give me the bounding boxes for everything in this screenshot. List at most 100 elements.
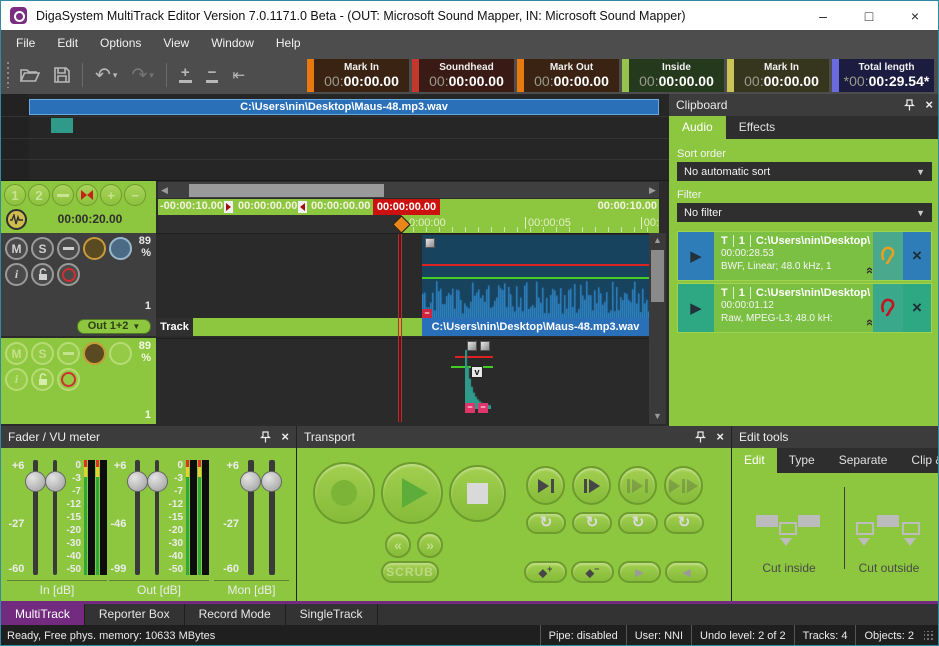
time-display-inside[interactable]: Inside 00:00:00.00 <box>622 59 724 92</box>
close-icon[interactable]: × <box>925 99 933 111</box>
prelisten-ear-icon[interactable] <box>873 232 903 280</box>
zoom-preset-1-button[interactable]: 1 <box>4 184 26 206</box>
tab-clip-insert[interactable]: Clip & I <box>899 448 939 473</box>
track-1-empty-bar[interactable] <box>193 318 422 336</box>
tab-multitrack[interactable]: MultiTrack <box>1 604 85 625</box>
track-2-record-button[interactable] <box>57 368 80 391</box>
volume-marker-box[interactable]: v <box>471 366 483 378</box>
forward-button[interactable]: » <box>417 532 443 558</box>
fader-knob[interactable] <box>45 471 66 492</box>
track-1-collapse-button[interactable] <box>57 237 80 260</box>
pin-icon[interactable] <box>904 99 915 111</box>
menu-edit[interactable]: Edit <box>46 30 89 56</box>
mark-in-marker[interactable] <box>224 201 233 213</box>
track-2-info-button[interactable]: i <box>5 368 28 391</box>
track-1-solo-button[interactable]: S <box>31 237 54 260</box>
tab-singletrack[interactable]: SingleTrack <box>286 604 378 625</box>
track-1-meter-in-button[interactable] <box>83 237 106 260</box>
track-1-lock-button[interactable] <box>31 263 54 286</box>
save-button[interactable] <box>54 67 70 83</box>
redo-button[interactable]: ↷▾ <box>131 64 153 87</box>
zoom-preset-2-button[interactable]: 2 <box>28 184 50 206</box>
fader-slider[interactable] <box>33 460 37 575</box>
collapse-chevrons-icon[interactable]: » <box>861 319 873 326</box>
cut-inside-icon[interactable] <box>756 513 822 545</box>
zoom-out-button[interactable]: − <box>206 67 219 83</box>
toolbar-grip[interactable] <box>6 62 10 88</box>
track-1-name[interactable]: Track 1 <box>156 318 193 336</box>
clip-filename-bar[interactable]: C:\Users\nin\Desktop\Maus-48.mp3.wav <box>422 318 649 336</box>
add-marker-button[interactable]: ◆+ <box>524 561 567 583</box>
time-display-mark-out[interactable]: Mark Out 00:00:00.00 <box>517 59 619 92</box>
fader-slider[interactable] <box>53 460 57 575</box>
audio-clip[interactable]: − <box>422 235 649 319</box>
cut-outside-icon[interactable] <box>856 513 922 545</box>
clip-handle-icon[interactable] <box>425 238 435 248</box>
play-marked-region-button[interactable] <box>618 466 657 505</box>
zoom-all-button[interactable] <box>52 184 74 206</box>
fader-slider[interactable] <box>135 460 139 575</box>
track-2-lane[interactable]: v − − <box>156 338 649 424</box>
overview-file-bar[interactable]: C:\Users\nin\Desktop\Maus-48.mp3.wav <box>29 99 659 115</box>
scroll-down-icon[interactable]: ▼ <box>649 409 666 424</box>
undo-button[interactable]: ↶▾ <box>95 64 117 87</box>
track-1-info-button[interactable]: i <box>5 263 28 286</box>
undo-dropdown-icon[interactable]: ▾ <box>113 70 118 81</box>
prev-marker-button[interactable]: ◀ <box>665 561 708 583</box>
menu-file[interactable]: File <box>5 30 46 56</box>
play-icon[interactable]: ▶ <box>678 232 714 280</box>
clipboard-entry[interactable]: ▶ T1C:\Users\nin\Desktop\ 00:00:01.12 Ra… <box>677 283 932 333</box>
fader-knob[interactable] <box>127 471 148 492</box>
time-display-total-length[interactable]: Total length *00:00:29.54* <box>832 59 934 92</box>
time-display-mark-in[interactable]: Mark In 00:00:00.00 <box>307 59 409 92</box>
track-2-meter-out-button[interactable] <box>109 342 132 365</box>
close-icon[interactable]: × <box>281 431 289 443</box>
track-2-lock-button[interactable] <box>31 368 54 391</box>
tab-separate[interactable]: Separate <box>827 448 900 473</box>
filter-dropdown[interactable]: No filter▼ <box>677 203 932 222</box>
pin-icon[interactable] <box>260 431 271 443</box>
open-file-button[interactable] <box>20 67 40 83</box>
minimize-button[interactable]: – <box>800 1 846 30</box>
scroll-right-icon[interactable]: ▶ <box>646 185 659 196</box>
prelisten-ear-icon[interactable] <box>873 284 903 332</box>
delete-entry-icon[interactable]: × <box>903 284 931 332</box>
menu-window[interactable]: Window <box>200 30 265 56</box>
menu-help[interactable]: Help <box>265 30 312 56</box>
redo-dropdown-icon[interactable]: ▾ <box>149 70 154 81</box>
zoom-out-icon[interactable]: − <box>124 184 146 206</box>
fader-slider[interactable] <box>269 460 275 575</box>
remove-marker-button[interactable]: ◆− <box>571 561 614 583</box>
zoom-in-icon[interactable]: + <box>100 184 122 206</box>
loop-button[interactable]: ↻ <box>526 512 566 534</box>
fader-slider[interactable] <box>155 460 159 575</box>
fader-knob[interactable] <box>25 471 46 492</box>
horizontal-scrollbar[interactable]: ◀ ▶ <box>158 182 659 198</box>
pasted-clip-waveform[interactable] <box>465 349 491 409</box>
fader-knob[interactable] <box>261 471 282 492</box>
overview-clip-block[interactable] <box>51 118 73 133</box>
h-scroll-thumb[interactable] <box>189 184 384 197</box>
zoom-selection-button[interactable] <box>76 184 98 206</box>
close-button[interactable]: × <box>892 1 938 30</box>
time-ruler-markers[interactable]: -00:00:10.00 00:00:00.00 00:00:00.00 00:… <box>158 199 659 215</box>
tab-record-mode[interactable]: Record Mode <box>185 604 286 625</box>
scroll-up-icon[interactable]: ▲ <box>649 233 666 248</box>
menu-view[interactable]: View <box>152 30 200 56</box>
maximize-button[interactable]: □ <box>846 1 892 30</box>
zoom-in-button[interactable]: + <box>179 67 192 83</box>
tab-audio[interactable]: Audio <box>669 116 726 139</box>
rewind-button[interactable]: « <box>385 532 411 558</box>
fader-knob[interactable] <box>147 471 168 492</box>
play-from-mark-button[interactable] <box>572 466 611 505</box>
collapse-chevrons-icon[interactable]: » <box>861 267 873 274</box>
tab-type[interactable]: Type <box>777 448 827 473</box>
record-button[interactable] <box>313 462 375 524</box>
resize-grip[interactable] <box>924 631 934 641</box>
track-1-meter-out-button[interactable] <box>109 237 132 260</box>
track-1-record-button[interactable] <box>57 263 80 286</box>
pin-icon[interactable] <box>695 431 706 443</box>
track-2-mute-button[interactable]: M <box>5 342 28 365</box>
clip-mark-line-red[interactable] <box>422 264 649 266</box>
playhead-line[interactable] <box>398 234 402 422</box>
